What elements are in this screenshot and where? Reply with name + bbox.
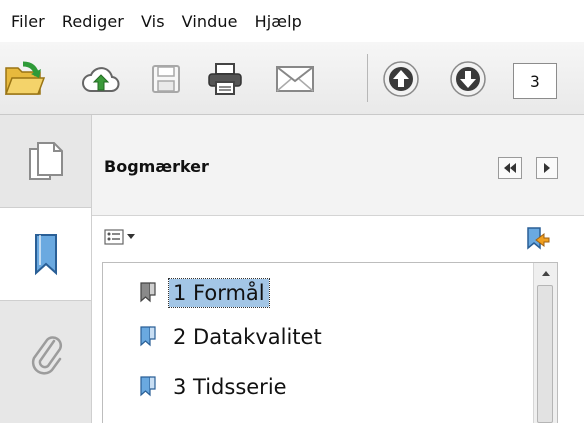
collapse-panel-button[interactable] bbox=[498, 157, 522, 179]
expand-panel-button[interactable] bbox=[536, 157, 558, 179]
bookmark-item[interactable]: 1 Formål bbox=[139, 273, 270, 313]
save-button[interactable] bbox=[143, 56, 189, 102]
open-button[interactable] bbox=[1, 56, 47, 102]
bookmark-icon bbox=[140, 376, 156, 397]
navigation-rail bbox=[0, 115, 92, 423]
previous-page-button[interactable] bbox=[378, 56, 424, 102]
bookmark-label: 1 Formål bbox=[168, 278, 270, 308]
menu-view[interactable]: Vis bbox=[141, 12, 165, 31]
bookmarks-toolbar bbox=[92, 216, 584, 260]
double-chevron-left-icon bbox=[504, 163, 516, 173]
printer-icon bbox=[208, 63, 242, 95]
scroll-thumb[interactable] bbox=[537, 285, 553, 423]
bookmark-label: 3 Tidsserie bbox=[173, 375, 287, 399]
print-button[interactable] bbox=[202, 56, 248, 102]
bookmarks-tree: 1 Formål 2 Datakvalitet 3 Tidsserie bbox=[102, 262, 558, 423]
menu-file[interactable]: Filer bbox=[11, 12, 45, 31]
main-toolbar: 3 bbox=[0, 42, 584, 115]
options-button[interactable] bbox=[104, 229, 136, 245]
page-number-input[interactable]: 3 bbox=[513, 63, 557, 99]
bookmarks-panel-header: Bogmærker bbox=[92, 115, 584, 216]
new-bookmark-icon bbox=[527, 227, 550, 250]
scroll-up-button[interactable] bbox=[534, 263, 557, 283]
arrow-down-circle-icon bbox=[450, 61, 486, 97]
menu-window[interactable]: Vindue bbox=[182, 12, 238, 31]
arrow-up-circle-icon bbox=[383, 61, 419, 97]
options-list-icon bbox=[104, 229, 124, 245]
bookmark-ribbon-icon bbox=[34, 234, 57, 276]
toolbar-separator bbox=[367, 54, 368, 102]
chevron-right-icon bbox=[544, 163, 550, 173]
folder-open-icon bbox=[4, 61, 45, 95]
tab-bookmarks[interactable] bbox=[0, 207, 91, 301]
pages-icon bbox=[28, 141, 63, 180]
bookmark-label: 2 Datakvalitet bbox=[173, 325, 322, 349]
email-button[interactable] bbox=[272, 56, 318, 102]
chevron-down-icon bbox=[127, 234, 135, 239]
bookmark-icon bbox=[140, 282, 156, 303]
panel-title: Bogmærker bbox=[104, 157, 209, 176]
tab-pages[interactable] bbox=[0, 115, 91, 206]
bookmark-item[interactable]: 3 Tidsserie bbox=[139, 367, 291, 407]
chevron-up-icon bbox=[541, 270, 550, 276]
tab-attachments[interactable] bbox=[0, 310, 91, 400]
bookmarks-panel: Bogmærker 1 Formål 2 Datakvalitet 3 Tids… bbox=[92, 115, 584, 423]
bookmark-icon bbox=[140, 326, 156, 347]
floppy-disk-icon bbox=[152, 65, 180, 93]
upload-cloud-button[interactable] bbox=[78, 56, 124, 102]
bookmark-item[interactable]: 2 Datakvalitet bbox=[139, 317, 326, 357]
vertical-scrollbar[interactable] bbox=[533, 263, 557, 423]
paperclip-icon bbox=[31, 336, 62, 375]
menu-edit[interactable]: Rediger bbox=[62, 12, 124, 31]
cloud-upload-icon bbox=[82, 67, 120, 92]
new-bookmark-button[interactable] bbox=[524, 226, 550, 256]
envelope-icon bbox=[276, 66, 314, 92]
menu-bar: Filer Rediger Vis Vindue Hjælp bbox=[0, 0, 584, 42]
next-page-button[interactable] bbox=[445, 56, 491, 102]
menu-help[interactable]: Hjælp bbox=[255, 12, 302, 31]
